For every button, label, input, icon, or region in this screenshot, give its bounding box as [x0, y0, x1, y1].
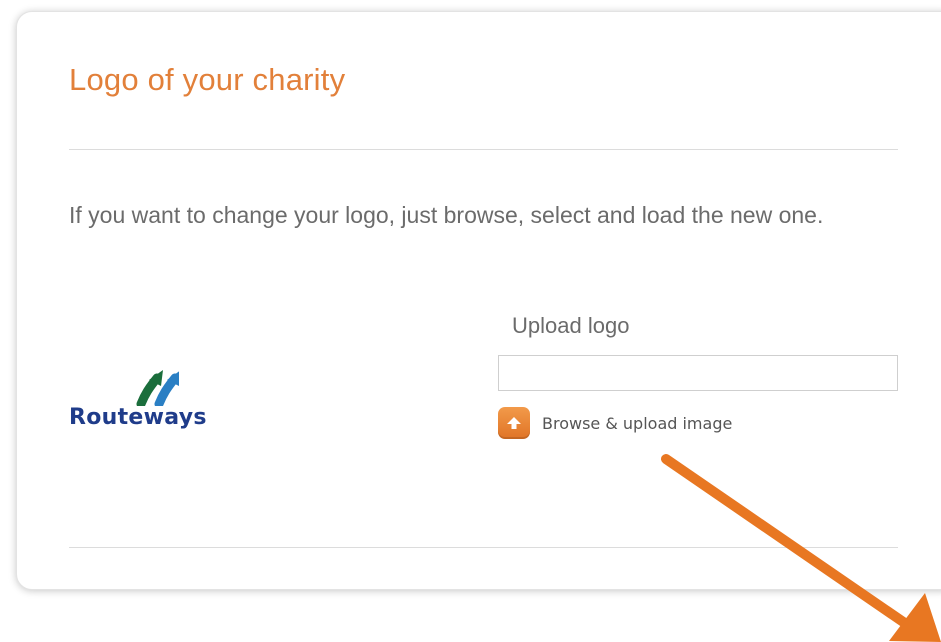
logo-arrows-graphic: [136, 370, 179, 406]
browse-upload-button[interactable]: Browse & upload image: [498, 406, 732, 440]
browse-upload-label: Browse & upload image: [542, 413, 733, 433]
page: Logo of your charity If you want to chan…: [0, 0, 941, 642]
upload-logo-label: Upload logo: [512, 313, 630, 338]
section-title: Logo of your charity: [69, 62, 346, 97]
upload-arrow-icon: [498, 407, 530, 439]
divider-bottom: [69, 547, 898, 548]
section-description: If you want to change your logo, just br…: [69, 202, 824, 228]
logo-wordmark: Routeways: [69, 405, 207, 430]
upload-logo-input[interactable]: [498, 355, 898, 391]
charity-logo: Routeways: [69, 366, 269, 436]
divider-top: [69, 149, 898, 150]
